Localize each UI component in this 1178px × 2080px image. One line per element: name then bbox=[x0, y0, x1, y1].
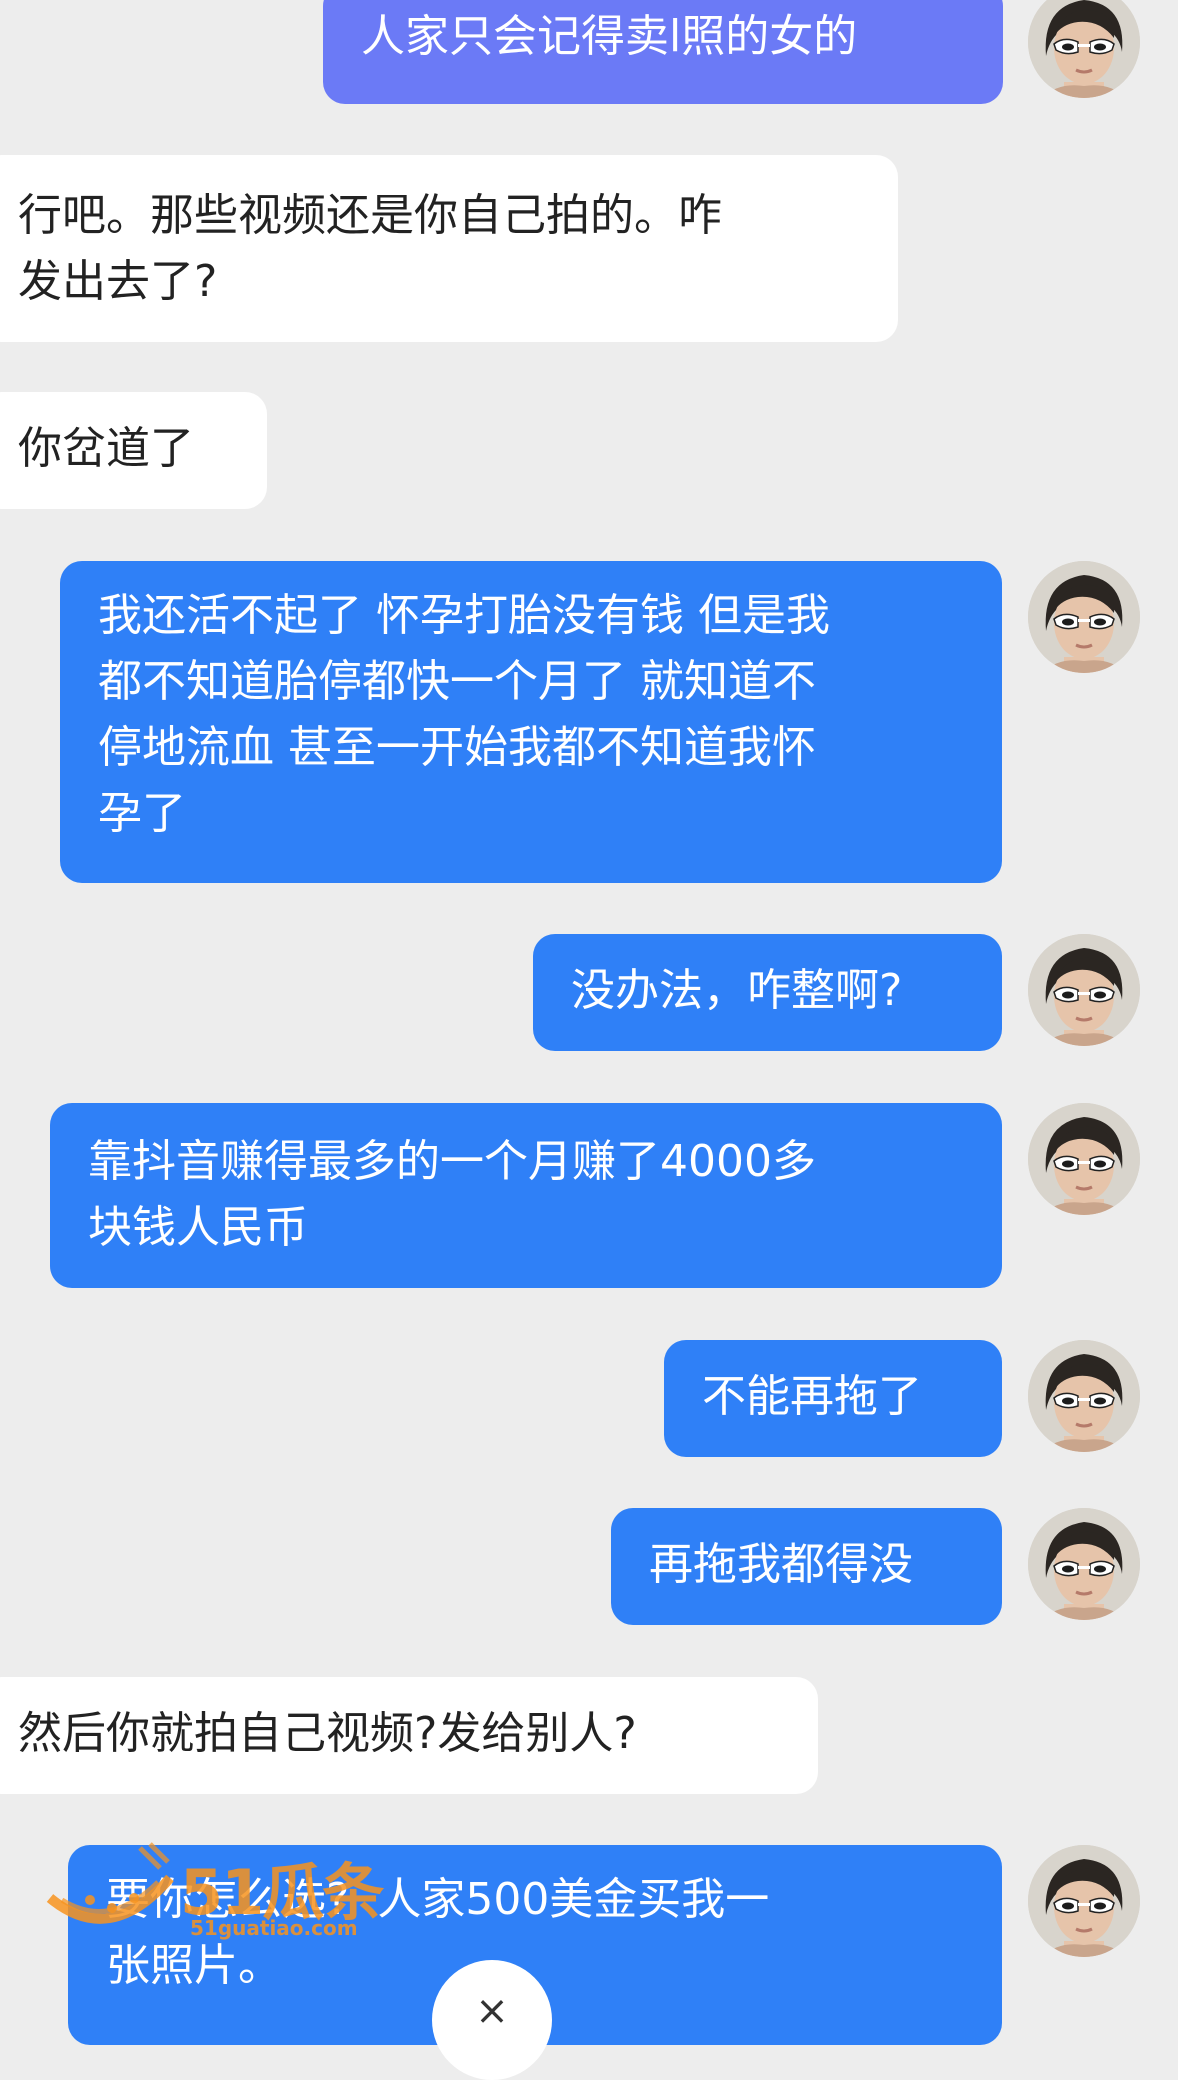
avatar-image bbox=[1028, 1340, 1140, 1452]
close-button[interactable]: × bbox=[432, 1960, 552, 2080]
avatar[interactable] bbox=[1028, 1340, 1140, 1452]
message-bubble-received[interactable]: 行吧。那些视频还是你自己拍的。咋 发出去了? bbox=[0, 155, 898, 342]
message-bubble-sent[interactable]: 不能再拖了 bbox=[664, 1340, 1002, 1457]
avatar[interactable] bbox=[1028, 934, 1140, 1046]
message-bubble-received[interactable]: 然后你就拍自己视频?发给别人? bbox=[0, 1677, 818, 1794]
close-icon: × bbox=[475, 1988, 509, 2034]
avatar-image bbox=[1028, 1845, 1140, 1957]
message-bubble-received[interactable]: 你岔道了 bbox=[0, 392, 267, 509]
message-bubble-sent[interactable]: 没办法，咋整啊? bbox=[533, 934, 1002, 1051]
avatar-image bbox=[1028, 1103, 1140, 1215]
avatar[interactable] bbox=[1028, 1103, 1140, 1215]
avatar-image bbox=[1028, 934, 1140, 1046]
avatar-image bbox=[1028, 561, 1140, 673]
avatar[interactable] bbox=[1028, 561, 1140, 673]
avatar[interactable] bbox=[1028, 1508, 1140, 1620]
avatar[interactable] bbox=[1028, 0, 1140, 98]
avatar-image bbox=[1028, 0, 1140, 98]
message-bubble-sent[interactable]: 再拖我都得没 bbox=[611, 1508, 1002, 1625]
avatar-image bbox=[1028, 1508, 1140, 1620]
avatar[interactable] bbox=[1028, 1845, 1140, 1957]
message-bubble-sent[interactable]: 我还活不起了 怀孕打胎没有钱 但是我 都不知道胎停都快一个月了 就知道不 停地流… bbox=[60, 561, 1002, 883]
message-bubble-sent[interactable]: 靠抖音赚得最多的一个月赚了4000多 块钱人民币 bbox=[50, 1103, 1002, 1288]
message-bubble-sent[interactable]: 人家只会记得卖l照的女的 bbox=[323, 0, 1003, 104]
